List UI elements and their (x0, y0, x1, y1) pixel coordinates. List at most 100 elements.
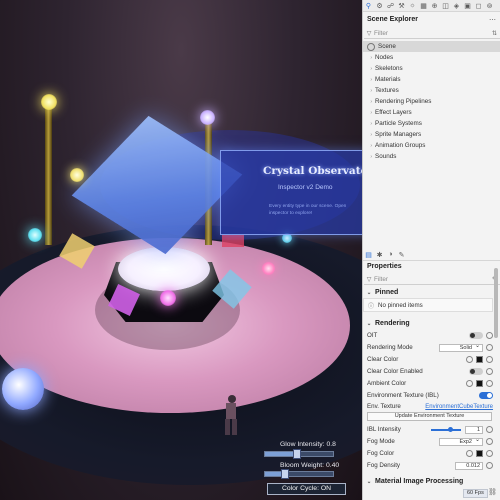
reset-icon[interactable] (486, 368, 493, 375)
color-cycle-button[interactable]: Color Cycle: ON (267, 483, 346, 495)
ambient-color-swatch[interactable] (476, 380, 483, 387)
settings-icon[interactable]: ☼ (407, 0, 418, 11)
character-figure (222, 395, 240, 440)
tree-item-label: Particle Systems (375, 120, 422, 127)
tab-tools-icon[interactable]: ✎ (396, 249, 407, 260)
tree-item-sounds[interactable]: › Sounds (363, 151, 500, 162)
explorer-more-icon[interactable]: ⋯ (487, 14, 498, 25)
stats-icon[interactable]: ◈ (451, 0, 462, 11)
ibl-intensity-input[interactable]: 1 (465, 425, 483, 434)
rendering-mode-select[interactable]: Solid (439, 343, 483, 352)
env-texture-link[interactable]: EnvironmentCubeTexture (425, 404, 493, 410)
tree-item-scene[interactable]: Scene (363, 41, 500, 52)
clear-color-swatch[interactable] (476, 356, 483, 363)
record-icon[interactable]: ⊚ (484, 0, 495, 11)
reset-icon[interactable] (486, 356, 493, 363)
gear-icon[interactable]: ⚙ (374, 0, 385, 11)
tab-debug-icon[interactable]: ✱ (374, 249, 385, 260)
globe-icon[interactable]: ⊕ (429, 0, 440, 11)
explorer-filter[interactable]: ▽ Filter ⇅ (364, 29, 500, 39)
tools-icon[interactable]: ⚒ (396, 0, 407, 11)
tree-item-materials[interactable]: › Materials (363, 74, 500, 85)
bloom-weight-label: Bloom Weight: 0.40 (280, 462, 340, 469)
tree-item-sprite-managers[interactable]: › Sprite Managers (363, 129, 500, 140)
tree-item-label: Nodes (375, 54, 394, 61)
tree-item-label: Animation Groups (375, 142, 426, 149)
bloom-weight-slider[interactable] (264, 469, 334, 479)
prop-env-texture: Env. Texture EnvironmentCubeTexture (367, 401, 493, 412)
reset-icon[interactable] (486, 380, 493, 387)
tree-item-label: Materials (375, 76, 401, 83)
sort-icon[interactable]: ⇅ (492, 30, 497, 37)
grid-icon[interactable]: ▦ (418, 0, 429, 11)
camera-icon[interactable]: ◫ (440, 0, 451, 11)
tree-item-label: Skeletons (375, 65, 403, 72)
chevron-right-icon: › (370, 98, 372, 105)
tree-item-skeletons[interactable]: › Skeletons (363, 63, 500, 74)
eyedropper-icon[interactable] (466, 380, 473, 387)
prop-env-texture-ibl: Environment Texture (IBL) (367, 390, 493, 401)
explorer-filter-placeholder: Filter (374, 30, 388, 37)
rendering-title: Rendering (375, 320, 410, 327)
tree-item-particle-systems[interactable]: › Particle Systems (363, 118, 500, 129)
tree-item-effect-layers[interactable]: › Effect Layers (363, 107, 500, 118)
tree-item-animation-groups[interactable]: › Animation Groups (363, 140, 500, 151)
reset-icon[interactable] (486, 332, 493, 339)
chevron-down-icon: ⌄ (366, 478, 372, 485)
nodes-icon[interactable]: ☍ (385, 0, 396, 11)
gold-pillar-left (45, 100, 52, 245)
tab-document-icon[interactable]: ▤ (363, 249, 374, 260)
filter-icon: ▽ (366, 31, 372, 37)
properties-scrollbar[interactable] (494, 268, 498, 338)
fog-color-label: Fog Color (367, 450, 395, 457)
glow-slider-thumb[interactable] (293, 449, 301, 459)
tree-item-rendering-pipelines[interactable]: › Rendering Pipelines (363, 96, 500, 107)
fps-badge: 60 Fps (463, 489, 488, 498)
fog-density-input[interactable]: 0.012 (455, 461, 483, 470)
env-texture-ibl-toggle[interactable] (479, 392, 493, 399)
prop-oit: OIT (367, 330, 493, 341)
update-env-texture-button[interactable]: Update Environment Texture (367, 412, 492, 421)
eyedropper-icon[interactable] (466, 356, 473, 363)
link-icon[interactable]: ⛓ (488, 488, 497, 496)
fog-mode-select[interactable]: Exp2 (439, 437, 483, 446)
glow-intensity-slider[interactable] (264, 449, 334, 459)
fog-color-swatch[interactable] (476, 450, 483, 457)
info-icon: ⓘ (368, 303, 375, 310)
chevron-right-icon: › (370, 142, 372, 149)
clear-color-enabled-toggle[interactable] (469, 368, 483, 375)
video-icon[interactable]: ▣ (462, 0, 473, 11)
eyedropper-icon[interactable] (466, 450, 473, 457)
tab-stats-icon[interactable]: ◑ (385, 249, 396, 260)
ibl-slider-thumb[interactable] (448, 426, 453, 432)
bloom-slider-thumb[interactable] (281, 469, 289, 479)
reset-icon[interactable] (486, 438, 493, 445)
scene-info-panel: Crystal Observatory Inspector v2 Demo Ev… (220, 150, 362, 235)
reset-icon[interactable] (486, 426, 493, 433)
rendering-mode-label: Rendering Mode (367, 344, 413, 351)
properties-filter[interactable]: ▽ Filter ✎ (364, 275, 500, 285)
reset-icon[interactable] (486, 450, 493, 457)
reset-icon[interactable] (486, 344, 493, 351)
ibl-intensity-slider[interactable] (431, 426, 461, 432)
properties-filter-placeholder: Filter (374, 276, 388, 283)
tree-item-textures[interactable]: › Textures (363, 85, 500, 96)
tree-item-label: Rendering Pipelines (375, 98, 432, 105)
chevron-right-icon: › (370, 153, 372, 160)
yellow-orb (41, 94, 57, 110)
yellow-orb-2 (70, 168, 84, 182)
clear-color-label: Clear Color (367, 356, 399, 363)
oit-label: OIT (367, 332, 378, 339)
chevron-down-icon: ⌄ (366, 320, 372, 327)
tree-item-nodes[interactable]: › Nodes (363, 52, 500, 63)
material-image-processing-header[interactable]: ⌄ Material Image Processing (363, 475, 493, 488)
tree-item-scene-label: Scene (378, 43, 396, 50)
reset-icon[interactable] (486, 462, 493, 469)
oit-toggle[interactable] (469, 332, 483, 339)
user-icon[interactable]: ⚲ (363, 0, 374, 11)
scene-explorer-title: Scene Explorer (367, 16, 418, 23)
rendering-section-header[interactable]: ⌄ Rendering (363, 317, 493, 330)
chat-icon[interactable]: ◻ (473, 0, 484, 11)
glow-slider-fill (265, 452, 295, 456)
3d-viewport[interactable]: Crystal Observatory Inspector v2 Demo Ev… (0, 0, 362, 500)
